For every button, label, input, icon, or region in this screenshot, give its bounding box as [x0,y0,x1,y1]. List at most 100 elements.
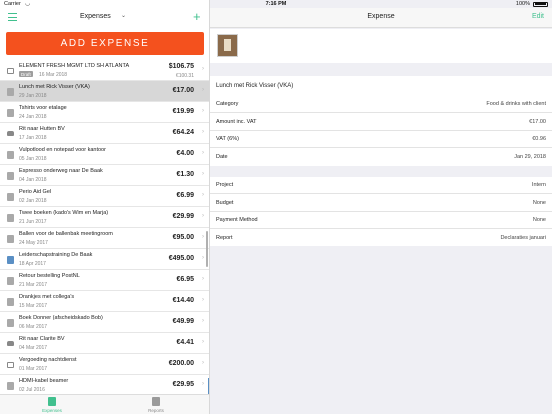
expense-row[interactable]: Retour bestelling PostNL 21 Mar 2017 €6.95… [0,270,209,291]
expense-row[interactable]: Ballen voor de ballenbak meetingroom 24 M… [0,228,209,249]
reports-tab-icon [152,397,160,406]
expense-amount: €6.99 [176,192,194,199]
add-expense-button[interactable]: ADD EXPENSE [6,32,204,55]
expense-date: 04 Jan 2018 [19,177,47,183]
expenses-tab-icon [48,397,56,406]
tab-reports[interactable]: Reports [104,395,208,414]
receipt-icon [7,382,14,390]
expense-amount: $106.75 [168,63,194,70]
description-row: Lunch met Rick Visser (VKA) [210,76,552,96]
expense-amount: €1.30 [176,171,194,178]
scroll-indicator[interactable] [206,231,208,267]
field-value: None [532,199,546,206]
field-label: Budget [216,199,234,206]
details-group: Category Food & drinks with client Amount … [210,96,552,166]
receipt-icon [7,88,14,96]
chevron-right-icon: › [202,150,204,156]
detail-field-report[interactable]: Report Declaraties januari [210,230,552,247]
detail-field-payment-method[interactable]: Payment Method None [210,212,552,229]
expense-row[interactable]: Leiderschapstraining De Baak 18 Apr 2017 €… [0,249,209,270]
expense-detail-pane: Expense Edit Lunch met Rick Visser (VKA)… [210,0,552,414]
expense-row[interactable]: Espresso onderweg naar De Baak 04 Jan 201… [0,165,209,186]
car-icon [7,131,14,136]
tab-bar: Expenses Reports [0,394,209,414]
battery-percent: 100% [515,1,530,7]
receipt-photo-area [210,29,552,63]
expense-amount: €14.40 [172,297,194,304]
expense-list-pane: Expenses ⌄ + ADD EXPENSE ELEMENT FRESH M… [0,0,210,414]
expense-row[interactable]: Tshirts voor etalage 24 Jan 2018 €19.99 › [0,102,209,123]
expense-row[interactable]: Drankjes met collega's 15 Mar 2017 €14.40 › [0,291,209,312]
receipt-icon [7,151,14,159]
field-value: Intern [531,182,546,188]
expense-date: 24 May 2017 [19,240,48,246]
expense-amount: €495.00 [168,255,194,262]
expense-amount: €95.00 [172,234,194,241]
expense-title: Rit naar Clarite BV [19,336,65,342]
expense-title: Ballen voor de ballenbak meetingroom [19,231,113,237]
expense-amount-converted: €100.31 [175,73,194,79]
expense-title: Boek Donner (afscheidskado Bob) [19,315,103,321]
expense-title: Vulpotlood en notepad voor kantoor [19,147,106,153]
expenses-title[interactable]: Expenses [80,13,111,20]
receipt-icon [7,172,14,180]
expense-title: Leiderschapstraining De Baak [19,252,93,258]
expense-row[interactable]: Boek Donner (afscheidskado Bob) 06 Mar 20… [0,312,209,333]
expense-row[interactable]: Lunch met Rick Visser (VKA) 29 Jan 2018 €1… [0,81,209,102]
expense-title: Rit naar Hutten BV [19,126,65,132]
tab-expenses[interactable]: Expenses [0,395,104,414]
hamburger-menu-icon[interactable] [8,13,17,22]
chevron-right-icon: › [202,255,204,261]
expense-date: 16 Mar 2018 [39,72,68,78]
expense-date: 06 Mar 2017 [19,324,48,330]
chevron-right-icon: › [202,360,204,366]
chevron-right-icon: › [202,171,204,177]
expense-row[interactable]: Twee boeken (kado's Wim en Marja) 21 Jun … [0,207,209,228]
plus-icon[interactable]: + [193,9,201,24]
expense-row[interactable]: Rit naar Hutten BV 17 Jan 2018 €64.24 › [0,123,209,144]
expense-row[interactable]: Perio Aid Gel 02 Jan 2018 €6.99 › [0,186,209,207]
expense-date: 17 Jan 2018 [19,135,47,141]
detail-field-budget[interactable]: Budget None [210,195,552,212]
car-icon [7,341,14,346]
description-text: Lunch met Rick Visser (VKA) [216,83,294,89]
chevron-right-icon: › [202,66,204,72]
tab-label: Expenses [42,408,62,413]
detail-field-vat-6[interactable]: VAT (6%) €0.96 [210,131,552,148]
expense-row[interactable]: Vulpotlood en notepad voor kantoor 05 Jan… [0,144,209,165]
card-icon [7,68,14,74]
expense-row[interactable]: Vergoeding nachtdienst 01 Mar 2017 €200.00… [0,354,209,375]
expense-title: Twee boeken (kado's Wim en Marja) [19,210,109,216]
tab-label: Reports [148,408,164,413]
receipt-icon [7,109,14,117]
chevron-right-icon: › [202,129,204,135]
field-label: Amount inc. VAT [216,118,257,125]
receipt-icon [7,214,14,222]
expense-amount: €4.41 [176,339,194,346]
expense-row[interactable]: Rit naar Clarite BV 04 Mar 2017 €4.41 › [0,333,209,354]
detail-field-category[interactable]: Category Food & drinks with client [210,96,552,113]
expense-amount: €4.00 [176,150,194,157]
chevron-right-icon: › [202,192,204,198]
detail-title: Expense [367,13,395,20]
expense-date: 02 Jan 2018 [19,198,47,204]
chevron-down-icon[interactable]: ⌄ [121,12,126,19]
field-value: Declaraties januari [500,234,546,241]
battery-icon [533,1,548,7]
detail-field-amount-inc-vat[interactable]: Amount inc. VAT €17.00 [210,114,552,131]
expense-row[interactable]: HDMI-kabel beamer 02 Jul 2016 €29.95 › [0,375,209,394]
detail-field-project[interactable]: Project Intern [210,177,552,194]
chevron-right-icon: › [202,318,204,324]
clock: 7:16 PM [265,1,287,7]
assignment-group: Project Intern Budget None Payment Method Non… [210,177,552,246]
edit-button[interactable]: Edit [532,13,544,20]
detail-field-date[interactable]: Date Jan 29, 2018 [210,149,552,166]
expense-amount: €6.95 [176,276,194,283]
draft-badge: Draft [19,71,33,77]
expense-list[interactable]: ELEMENT FRESH MGMT LTD SH ATLANTA Draft 16… [0,60,209,394]
expense-row[interactable]: ELEMENT FRESH MGMT LTD SH ATLANTA Draft 16… [0,60,209,81]
receipt-thumbnail[interactable] [217,34,238,57]
field-label: Category [216,101,239,107]
status-bar: Carrier ◡ 7:16 PM 100% [0,0,552,8]
expense-title: Lunch met Rick Visser (VKA) [19,84,90,90]
